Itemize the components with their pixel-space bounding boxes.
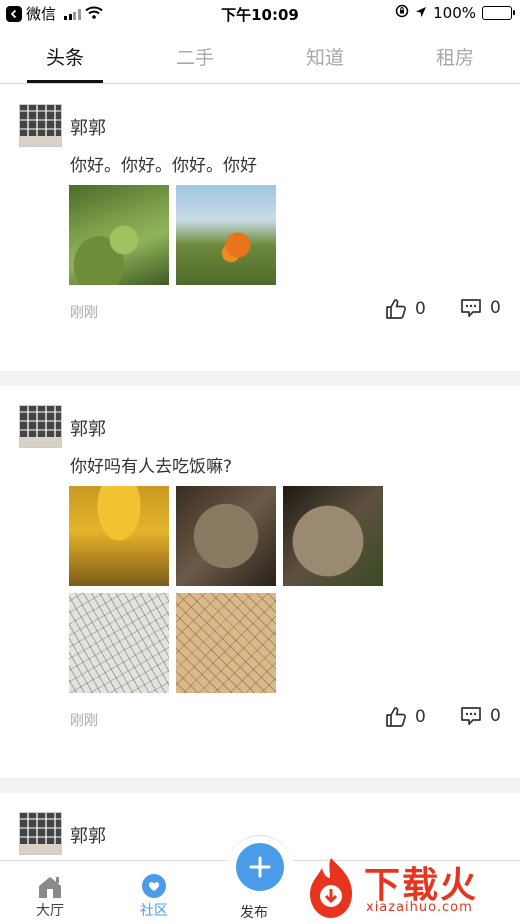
orientation-lock-icon (395, 4, 409, 22)
post-content: 你好。你好。你好。你好 (70, 156, 257, 176)
watermark: 下载火 xiazaihuo.com (300, 856, 516, 922)
comment-count: 0 (490, 298, 501, 318)
thumbs-up-icon (386, 707, 406, 727)
post-image-ginkgo[interactable] (69, 486, 169, 586)
post-image-sketch[interactable] (176, 593, 276, 693)
top-tabs: 头条 二手 知道 租房 (0, 30, 520, 84)
comment-button[interactable]: 0 (460, 706, 501, 726)
post-username[interactable]: 郭郭 (70, 114, 106, 140)
post-feed: 郭郭 你好。你好。你好。你好 刚刚 0 0 郭郭 你好吗有人去吃饭嘛? 刚刚 0… (0, 85, 520, 860)
comment-icon (461, 707, 481, 725)
post-username[interactable]: 郭郭 (70, 415, 106, 441)
post-image-rock[interactable] (176, 486, 276, 586)
status-bar: 微信 下午10:09 100% (0, 0, 520, 28)
publish-label: 发布 (240, 905, 268, 921)
nav-community-label: 社区 (140, 903, 168, 919)
battery-icon (482, 6, 515, 20)
like-count: 0 (415, 707, 426, 727)
nav-hall[interactable]: 大厅 (36, 874, 64, 920)
battery-percent: 100% (433, 4, 476, 22)
home-icon (39, 877, 61, 898)
avatar[interactable] (19, 812, 62, 855)
post-divider (0, 778, 520, 793)
post-username[interactable]: 郭郭 (70, 822, 106, 848)
thumbs-up-icon (386, 299, 406, 319)
flame-logo-icon (310, 858, 352, 918)
post-time: 刚刚 (70, 713, 98, 729)
tab-headlines[interactable]: 头条 (0, 30, 130, 83)
publish-button[interactable] (236, 843, 284, 891)
nav-hall-label: 大厅 (36, 903, 64, 919)
comment-icon (461, 299, 481, 317)
tab-second-hand[interactable]: 二手 (130, 30, 260, 83)
post-divider (0, 371, 520, 386)
post-image-flower[interactable] (176, 185, 276, 285)
tab-knowledge[interactable]: 知道 (260, 30, 390, 83)
plus-icon (249, 856, 271, 878)
comment-button[interactable]: 0 (460, 298, 501, 318)
location-icon (415, 4, 427, 22)
tab-rent[interactable]: 租房 (390, 30, 520, 83)
comment-count: 0 (490, 706, 501, 726)
avatar[interactable] (19, 405, 62, 448)
nav-community[interactable]: 社区 (140, 874, 168, 920)
like-button[interactable]: 0 (385, 298, 426, 320)
heart-bubble-icon (142, 874, 166, 898)
watermark-url: xiazaihuo.com (366, 900, 473, 915)
post-image-leaf[interactable] (69, 185, 169, 285)
post-images (69, 185, 399, 285)
post-card[interactable]: 郭郭 你好吗有人去吃饭嘛? 刚刚 0 0 (0, 386, 520, 778)
post-images (69, 486, 399, 693)
post-time: 刚刚 (70, 305, 98, 321)
like-count: 0 (415, 299, 426, 319)
post-image-rock[interactable] (283, 486, 383, 586)
post-content: 你好吗有人去吃饭嘛? (70, 457, 233, 477)
like-button[interactable]: 0 (385, 706, 426, 728)
post-card[interactable]: 郭郭 你好。你好。你好。你好 刚刚 0 0 (0, 85, 520, 371)
avatar[interactable] (19, 104, 62, 147)
post-image-sketch[interactable] (69, 593, 169, 693)
